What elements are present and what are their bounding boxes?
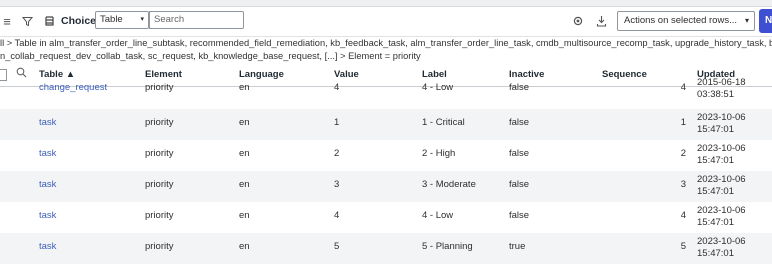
inactive-cell: false [509, 179, 530, 190]
sequence-cell: 2 [680, 148, 686, 159]
inactive-cell: false [509, 210, 530, 221]
element-cell: priority [145, 82, 174, 93]
updated-cell: 2015-06-18 03:38:51 [697, 77, 746, 101]
updated-time: 15:47:01 [697, 217, 734, 228]
chevron-down-icon: ▾ [140, 16, 144, 23]
updated-time: 15:47:01 [697, 186, 734, 197]
element-cell: priority [145, 179, 174, 190]
download-icon[interactable] [594, 13, 608, 29]
table-row[interactable]: task priority en 5 5 - Planning true 5 2023-10-… [0, 233, 772, 264]
language-cell: en [239, 117, 250, 128]
table-row[interactable]: change_request priority en 4 4 - Low false 4 20… [0, 77, 772, 109]
breadcrumb[interactable]: ll > Table in alm_transfer_order_line_su… [0, 36, 772, 64]
chevron-down-icon: ▾ [744, 16, 749, 25]
search-input[interactable]: Search [149, 11, 244, 29]
table-row[interactable]: task priority en 1 1 - Critical false 1 2023-10… [0, 109, 772, 140]
updated-date: 2015-06-18 [697, 77, 746, 88]
updated-cell: 2023-10-06 15:47:01 [697, 174, 746, 198]
gear-icon[interactable] [571, 13, 585, 29]
sequence-cell: 4 [680, 82, 686, 93]
value-cell: 2 [334, 148, 340, 159]
updated-date: 2023-10-06 [697, 112, 746, 123]
updated-date: 2023-10-06 [697, 236, 746, 247]
breadcrumb-line-2[interactable]: n_collab_request_dev_collab_task, sc_req… [0, 50, 772, 63]
database-icon [42, 13, 56, 29]
label-cell: 2 - High [422, 148, 456, 159]
sequence-cell: 5 [680, 241, 686, 252]
label-cell: 4 - Low [422, 82, 454, 93]
label-cell: 4 - Low [422, 210, 454, 221]
updated-date: 2023-10-06 [697, 205, 746, 216]
updated-time: 15:47:01 [697, 124, 734, 135]
sequence-cell: 3 [680, 179, 686, 190]
element-cell: priority [145, 117, 174, 128]
language-cell: en [239, 179, 250, 190]
value-cell: 5 [334, 241, 340, 252]
table-row[interactable]: task priority en 2 2 - High false 2 2023-10-06 1… [0, 140, 772, 171]
hamburger-menu-icon[interactable]: ≡ [0, 13, 14, 29]
actions-select-value: Actions on selected rows... [624, 15, 737, 26]
inactive-cell: false [509, 117, 530, 128]
actions-select[interactable]: Actions on selected rows... ▾ [617, 11, 755, 31]
table-cell[interactable]: task [39, 117, 56, 128]
language-cell: en [239, 82, 250, 93]
table-cell[interactable]: task [39, 148, 56, 159]
new-button[interactable]: Ne [759, 9, 772, 33]
updated-cell: 2023-10-06 15:47:01 [697, 143, 746, 167]
table-cell[interactable]: change_request [39, 82, 107, 93]
value-cell: 1 [334, 117, 340, 128]
element-cell: priority [145, 148, 174, 159]
sequence-cell: 4 [680, 210, 686, 221]
sequence-cell: 1 [680, 117, 686, 128]
table-row[interactable]: task priority en 4 4 - Low false 4 2023-10-06 15… [0, 202, 772, 233]
value-cell: 4 [334, 210, 340, 221]
label-cell: 3 - Moderate [422, 179, 476, 190]
table-cell[interactable]: task [39, 210, 56, 221]
updated-time: 15:47:01 [697, 155, 734, 166]
updated-time: 15:47:01 [697, 248, 734, 259]
search-field-select[interactable]: Table ▾ [95, 11, 149, 29]
updated-time: 03:38:51 [697, 89, 734, 100]
updated-date: 2023-10-06 [697, 143, 746, 154]
label-cell: 1 - Critical [422, 117, 465, 128]
list-toolbar: ≡ Choices Table ▾ Search Actions on sele… [0, 7, 772, 35]
table-cell[interactable]: task [39, 241, 56, 252]
language-cell: en [239, 241, 250, 252]
breadcrumb-line-1[interactable]: ll > Table in alm_transfer_order_line_su… [0, 37, 772, 50]
language-cell: en [239, 210, 250, 221]
inactive-cell: false [509, 82, 530, 93]
inactive-cell: true [509, 241, 526, 252]
element-cell: priority [145, 241, 174, 252]
value-cell: 3 [334, 179, 340, 190]
language-cell: en [239, 148, 250, 159]
inactive-cell: false [509, 148, 530, 159]
element-cell: priority [145, 210, 174, 221]
value-cell: 4 [334, 82, 340, 93]
updated-cell: 2023-10-06 15:47:01 [697, 205, 746, 229]
updated-cell: 2023-10-06 15:47:01 [697, 112, 746, 136]
table-cell[interactable]: task [39, 179, 56, 190]
filter-icon[interactable] [20, 13, 34, 29]
table-row[interactable]: task priority en 3 3 - Moderate false 3 2023-10… [0, 171, 772, 202]
updated-cell: 2023-10-06 15:47:01 [697, 236, 746, 260]
top-strip [0, 0, 772, 7]
label-cell: 5 - Planning [422, 241, 473, 252]
search-field-select-value: Table [100, 14, 123, 25]
updated-date: 2023-10-06 [697, 174, 746, 185]
